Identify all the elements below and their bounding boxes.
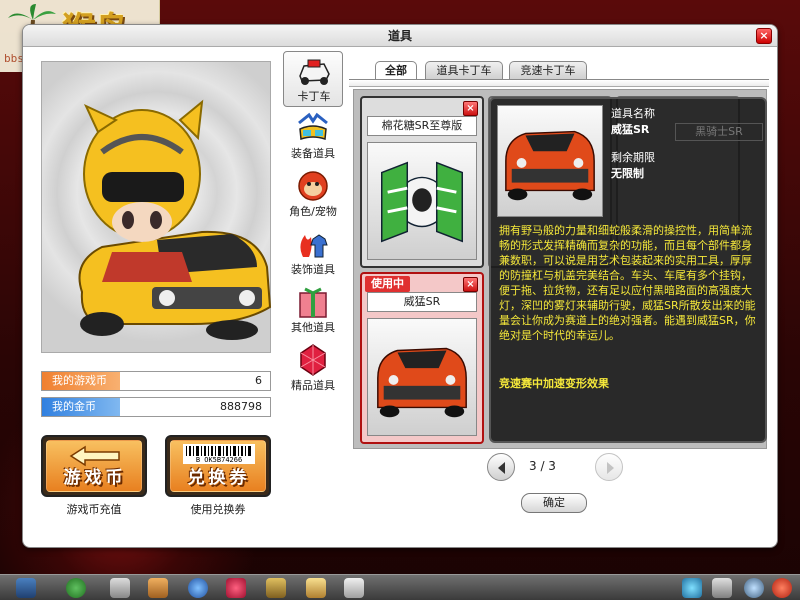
game-taskbar [0,574,800,600]
voucher-button[interactable]: B OK5B74266 兑换券 [165,435,271,497]
category-premium[interactable]: 精品道具 [283,341,343,397]
category-character-label: 角色/宠物 [289,205,337,218]
category-kart[interactable]: 卡丁车 [283,51,343,107]
category-character[interactable]: 角色/宠物 [283,167,343,223]
kart-icon [299,59,330,85]
recharge-button-face: 游戏币 [46,440,142,492]
settings-icon[interactable] [712,578,732,598]
category-premium-label: 精品道具 [291,379,335,392]
item-name: 威猛SR [367,292,477,312]
item-name-value: 威猛SR [611,123,650,136]
next-page-button[interactable] [595,453,623,481]
tab-underline [349,79,769,87]
gold-balance: 我的金币 888798 [41,397,271,417]
gold-label: 我的金币 [42,398,120,416]
power-icon[interactable] [772,578,792,598]
expiry-key: 剩余期限 [611,151,655,164]
book-icon[interactable] [344,578,364,598]
recharge-caption: 游戏币充值 [66,503,122,516]
category-decoration-label: 装饰道具 [291,263,335,276]
character-kart-image [78,99,272,340]
search-icon[interactable] [744,578,764,598]
item-effect: 竞速赛中加速变形效果 [499,377,609,390]
expiry-value: 无限制 [611,167,644,180]
in-use-badge: 使用中 [365,276,410,292]
voucher-button-face: B OK5B74266 兑换券 [170,440,266,492]
item-tooltip: 道具名称 威猛SR 黑骑士SR 剩余期限 无限制 拥有野马般的力量和细蛇般柔滑的… [489,97,767,443]
cart-icon[interactable] [110,578,130,598]
page-indicator: 3 / 3 [529,459,556,473]
item-card-in-use[interactable]: 使用中 × 威猛SR [360,272,484,444]
game-coin-value: 6 [255,374,262,387]
home-icon[interactable] [16,578,36,598]
arrow-left-icon [498,462,505,474]
item-name: 棉花糖SR至尊版 [367,116,477,136]
recharge-button-text: 游戏币 [63,468,127,488]
game-coin-label: 我的游戏币 [42,372,120,390]
tab-all[interactable]: 全部 [375,61,417,80]
category-equipment-label: 装备道具 [291,147,335,160]
monkey-face-icon [298,171,328,201]
arrow-right-icon [607,462,614,474]
gem-icon [300,344,326,376]
character-icon[interactable] [148,578,168,598]
category-other[interactable]: 其他道具 [283,283,343,339]
item-name-key: 道具名称 [611,107,655,120]
category-equipment[interactable]: 装备道具 [283,109,343,165]
confirm-button[interactable]: 确定 [521,493,587,513]
gold-value: 888798 [220,400,262,413]
tab-item-kart[interactable]: 道具卡丁车 [425,61,503,79]
remove-item-button[interactable]: × [463,277,478,292]
item-window: 道具 × 我的游戏币 6 我的金币 888798 游戏币 游戏币充值 B OK5… [22,24,778,548]
item-card[interactable]: × 棉花糖SR至尊版 [360,96,484,268]
back-arrow-icon[interactable] [66,578,86,598]
potion-icon[interactable] [188,578,208,598]
item-description: 拥有野马般的力量和细蛇般柔滑的操控性，用简单流畅的形式发挥精确而复杂的功能，而且… [499,224,756,342]
goggles-icon [298,112,328,141]
behind-item-name: 黑骑士SR [675,123,763,141]
avatar-preview [41,61,272,353]
gift-box-icon [299,287,327,318]
window-close-button[interactable]: × [756,28,772,44]
category-other-label: 其他道具 [291,321,335,334]
heart-icon[interactable] [226,578,246,598]
category-kart-label: 卡丁车 [297,90,331,103]
category-decoration[interactable]: 装饰道具 [283,225,343,281]
item-kart-image [367,142,477,260]
wing-icon[interactable] [306,578,326,598]
tooltip-kart-image [497,105,603,217]
tab-speed-kart[interactable]: 竞速卡丁车 [509,61,587,79]
flame-shirt-icon [300,234,328,258]
tools-icon[interactable] [266,578,286,598]
remove-item-button[interactable]: × [463,101,478,116]
window-title: 道具 [23,25,777,47]
recharge-button[interactable]: 游戏币 [41,435,147,497]
voucher-button-text: 兑换券 [187,468,251,488]
game-coin-balance: 我的游戏币 6 [41,371,271,391]
previous-page-button[interactable] [487,453,515,481]
item-kart-image [367,318,477,436]
paw-icon[interactable] [682,578,702,598]
voucher-caption: 使用兑换券 [190,503,246,516]
